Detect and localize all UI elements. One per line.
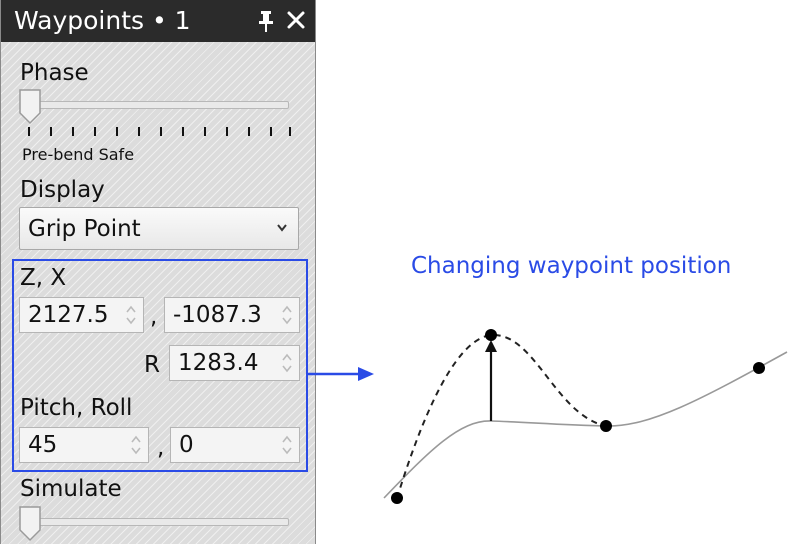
zx-comma: , [150,304,158,330]
original-curve [383,351,788,499]
pitch-roll-comma: , [157,435,165,461]
waypoint [753,362,765,374]
phase-slider-ticks [28,127,292,137]
phase-value-label: Pre-bend Safe [22,145,135,164]
display-dropdown-value: Grip Point [28,216,141,242]
waypoints-panel: Waypoints • 1 Phase Pre-bend Safe Displa… [0,0,316,544]
display-dropdown[interactable]: Grip Point [19,207,299,250]
waypoint [391,492,403,504]
spin-arrows-icon[interactable] [280,432,294,458]
spin-arrows-icon[interactable] [129,432,143,458]
simulate-label: Simulate [20,476,122,502]
zx-label: Z, X [20,265,67,291]
r-label: R [144,352,160,378]
r-input[interactable]: 1283.4 [169,345,300,381]
r-value: 1283.4 [178,350,259,376]
simulate-slider-track[interactable] [23,518,289,526]
x-value: -1087.3 [173,302,262,328]
roll-input[interactable]: 0 [170,427,300,463]
pin-icon[interactable] [255,9,277,33]
waypoint-curve-diagram [383,329,788,504]
chevron-down-icon [277,224,287,232]
x-input[interactable]: -1087.3 [164,297,300,333]
spin-arrows-icon[interactable] [124,302,138,328]
waypoint-moved [485,329,497,341]
phase-slider-track[interactable] [23,101,289,109]
illustration-caption: Changing waypoint position [411,253,732,279]
modified-curve [396,333,607,499]
panel-titlebar[interactable]: Waypoints • 1 [1,0,315,42]
phase-label: Phase [20,60,89,86]
z-input[interactable]: 2127.5 [19,297,144,333]
pitch-roll-label: Pitch, Roll [20,395,133,421]
arrow-right-icon [306,367,374,381]
roll-value: 0 [179,432,194,458]
panel-title: Waypoints • 1 [14,6,191,35]
pitch-value: 45 [28,432,58,458]
close-icon[interactable] [286,10,306,30]
pitch-input[interactable]: 45 [19,427,149,463]
move-arrow-head [485,340,497,352]
spin-arrows-icon[interactable] [280,302,294,328]
z-value: 2127.5 [28,302,109,328]
display-label: Display [20,177,105,203]
simulate-slider-thumb[interactable] [19,506,41,542]
waypoint [600,420,612,432]
phase-slider-thumb[interactable] [19,89,41,125]
spin-arrows-icon[interactable] [280,350,294,376]
